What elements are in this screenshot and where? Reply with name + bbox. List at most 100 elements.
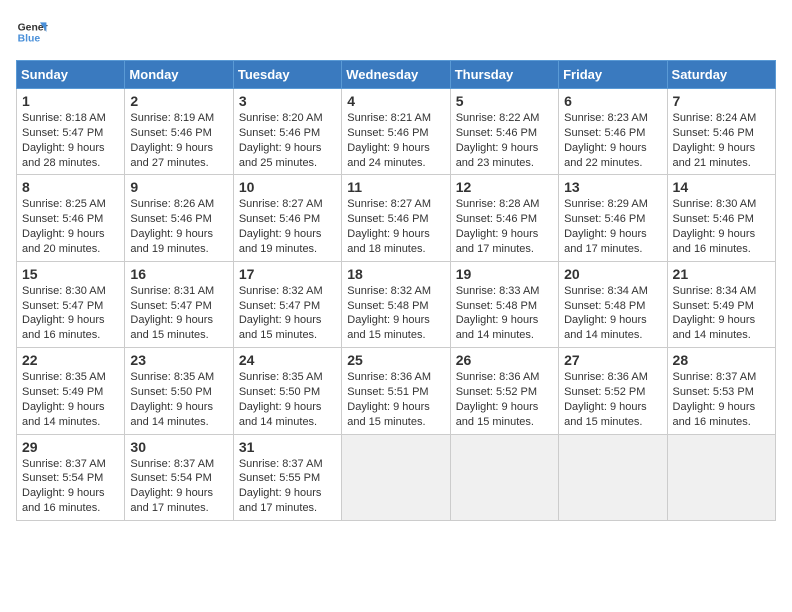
calendar-cell: 30Sunrise: 8:37 AMSunset: 5:54 PMDayligh… [125, 434, 233, 520]
sunset-line: Sunset: 5:46 PM [347, 126, 444, 141]
day-number: 24 [239, 352, 336, 368]
header: General Blue [16, 16, 776, 48]
calendar-table: SundayMondayTuesdayWednesdayThursdayFrid… [16, 60, 776, 521]
day-number: 11 [347, 179, 444, 195]
calendar-cell: 2Sunrise: 8:19 AMSunset: 5:46 PMDaylight… [125, 89, 233, 175]
sunset-line: Sunset: 5:55 PM [239, 471, 336, 486]
sunset-line: Sunset: 5:48 PM [347, 299, 444, 314]
calendar-cell: 16Sunrise: 8:31 AMSunset: 5:47 PMDayligh… [125, 261, 233, 347]
sunset-line: Sunset: 5:46 PM [456, 126, 553, 141]
sunrise-line: Sunrise: 8:32 AM [239, 284, 336, 299]
daylight-line: Daylight: 9 hours and 19 minutes. [130, 227, 227, 257]
sunrise-line: Sunrise: 8:36 AM [347, 370, 444, 385]
calendar-cell: 3Sunrise: 8:20 AMSunset: 5:46 PMDaylight… [233, 89, 341, 175]
day-number: 8 [22, 179, 119, 195]
day-number: 7 [673, 93, 770, 109]
sunrise-line: Sunrise: 8:28 AM [456, 197, 553, 212]
daylight-line: Daylight: 9 hours and 16 minutes. [22, 313, 119, 343]
svg-text:Blue: Blue [18, 34, 41, 45]
daylight-line: Daylight: 9 hours and 14 minutes. [22, 400, 119, 430]
daylight-line: Daylight: 9 hours and 14 minutes. [673, 313, 770, 343]
calendar-cell: 12Sunrise: 8:28 AMSunset: 5:46 PMDayligh… [450, 175, 558, 261]
day-number: 15 [22, 266, 119, 282]
calendar-cell: 22 Sunrise: 8:35 AMSunset: 5:49 PMDayligh… [17, 348, 125, 434]
calendar-cell: 5Sunrise: 8:22 AMSunset: 5:46 PMDaylight… [450, 89, 558, 175]
sunrise-line: Sunrise: 8:37 AM [22, 457, 119, 472]
daylight-line: Daylight: 9 hours and 19 minutes. [239, 227, 336, 257]
calendar-cell [450, 434, 558, 520]
daylight-line: Daylight: 9 hours and 24 minutes. [347, 141, 444, 171]
sunset-line: Sunset: 5:50 PM [130, 385, 227, 400]
daylight-line: Daylight: 9 hours and 16 minutes. [673, 400, 770, 430]
day-number: 17 [239, 266, 336, 282]
day-number: 21 [673, 266, 770, 282]
daylight-line: Daylight: 9 hours and 18 minutes. [347, 227, 444, 257]
week-row-3: 15Sunrise: 8:30 AMSunset: 5:47 PMDayligh… [17, 261, 776, 347]
sunset-line: Sunset: 5:49 PM [22, 385, 119, 400]
calendar-cell: 24Sunrise: 8:35 AMSunset: 5:50 PMDayligh… [233, 348, 341, 434]
calendar-cell [667, 434, 775, 520]
day-number: 22 [22, 352, 119, 368]
daylight-line: Daylight: 9 hours and 14 minutes. [564, 313, 661, 343]
day-number: 13 [564, 179, 661, 195]
daylight-line: Daylight: 9 hours and 27 minutes. [130, 141, 227, 171]
day-number: 10 [239, 179, 336, 195]
daylight-line: Daylight: 9 hours and 16 minutes. [22, 486, 119, 516]
sunrise-line: Sunrise: 8:29 AM [564, 197, 661, 212]
daylight-line: Daylight: 9 hours and 15 minutes. [564, 400, 661, 430]
sunrise-line: Sunrise: 8:25 AM [22, 197, 119, 212]
sunrise-line: Sunrise: 8:26 AM [130, 197, 227, 212]
calendar-cell: 10Sunrise: 8:27 AMSunset: 5:46 PMDayligh… [233, 175, 341, 261]
sunrise-line: Sunrise: 8:37 AM [673, 370, 770, 385]
day-number: 20 [564, 266, 661, 282]
calendar-cell: 15Sunrise: 8:30 AMSunset: 5:47 PMDayligh… [17, 261, 125, 347]
col-header-wednesday: Wednesday [342, 61, 450, 89]
calendar-cell: 14Sunrise: 8:30 AMSunset: 5:46 PMDayligh… [667, 175, 775, 261]
col-header-saturday: Saturday [667, 61, 775, 89]
sunrise-line: Sunrise: 8:35 AM [22, 370, 119, 385]
calendar-cell: 28 Sunrise: 8:37 AMSunset: 5:53 PMDayligh… [667, 348, 775, 434]
sunrise-line: Sunrise: 8:37 AM [130, 457, 227, 472]
daylight-line: Daylight: 9 hours and 23 minutes. [456, 141, 553, 171]
sunrise-line: Sunrise: 8:34 AM [564, 284, 661, 299]
sunrise-line: Sunrise: 8:31 AM [130, 284, 227, 299]
sunset-line: Sunset: 5:48 PM [564, 299, 661, 314]
day-number: 28 [673, 352, 770, 368]
calendar-cell: 26Sunrise: 8:36 AMSunset: 5:52 PMDayligh… [450, 348, 558, 434]
calendar-cell: 1Sunrise: 8:18 AMSunset: 5:47 PMDaylight… [17, 89, 125, 175]
sunrise-line: Sunrise: 8:36 AM [456, 370, 553, 385]
sunset-line: Sunset: 5:50 PM [239, 385, 336, 400]
sunset-line: Sunset: 5:46 PM [673, 212, 770, 227]
col-header-tuesday: Tuesday [233, 61, 341, 89]
calendar-cell: 23Sunrise: 8:35 AMSunset: 5:50 PMDayligh… [125, 348, 233, 434]
sunset-line: Sunset: 5:46 PM [239, 126, 336, 141]
sunset-line: Sunset: 5:53 PM [673, 385, 770, 400]
sunset-line: Sunset: 5:51 PM [347, 385, 444, 400]
calendar-cell: 7Sunrise: 8:24 AMSunset: 5:46 PMDaylight… [667, 89, 775, 175]
week-row-5: 29Sunrise: 8:37 AMSunset: 5:54 PMDayligh… [17, 434, 776, 520]
sunset-line: Sunset: 5:49 PM [673, 299, 770, 314]
sunrise-line: Sunrise: 8:36 AM [564, 370, 661, 385]
sunset-line: Sunset: 5:54 PM [22, 471, 119, 486]
calendar-cell [559, 434, 667, 520]
daylight-line: Daylight: 9 hours and 21 minutes. [673, 141, 770, 171]
calendar-cell: 29Sunrise: 8:37 AMSunset: 5:54 PMDayligh… [17, 434, 125, 520]
calendar-cell: 20 Sunrise: 8:34 AMSunset: 5:48 PMDayligh… [559, 261, 667, 347]
daylight-line: Daylight: 9 hours and 17 minutes. [564, 227, 661, 257]
calendar-cell: 8Sunrise: 8:25 AMSunset: 5:46 PMDaylight… [17, 175, 125, 261]
sunrise-line: Sunrise: 8:34 AM [673, 284, 770, 299]
logo-icon: General Blue [16, 16, 48, 48]
sunset-line: Sunset: 5:46 PM [130, 126, 227, 141]
day-number: 2 [130, 93, 227, 109]
sunset-line: Sunset: 5:47 PM [130, 299, 227, 314]
sunset-line: Sunset: 5:46 PM [564, 212, 661, 227]
daylight-line: Daylight: 9 hours and 14 minutes. [130, 400, 227, 430]
col-header-friday: Friday [559, 61, 667, 89]
calendar-cell: 6Sunrise: 8:23 AMSunset: 5:46 PMDaylight… [559, 89, 667, 175]
calendar-cell: 11Sunrise: 8:27 AMSunset: 5:46 PMDayligh… [342, 175, 450, 261]
calendar-cell: 17Sunrise: 8:32 AMSunset: 5:47 PMDayligh… [233, 261, 341, 347]
day-number: 16 [130, 266, 227, 282]
sunrise-line: Sunrise: 8:20 AM [239, 111, 336, 126]
week-row-1: 1Sunrise: 8:18 AMSunset: 5:47 PMDaylight… [17, 89, 776, 175]
sunset-line: Sunset: 5:47 PM [22, 126, 119, 141]
